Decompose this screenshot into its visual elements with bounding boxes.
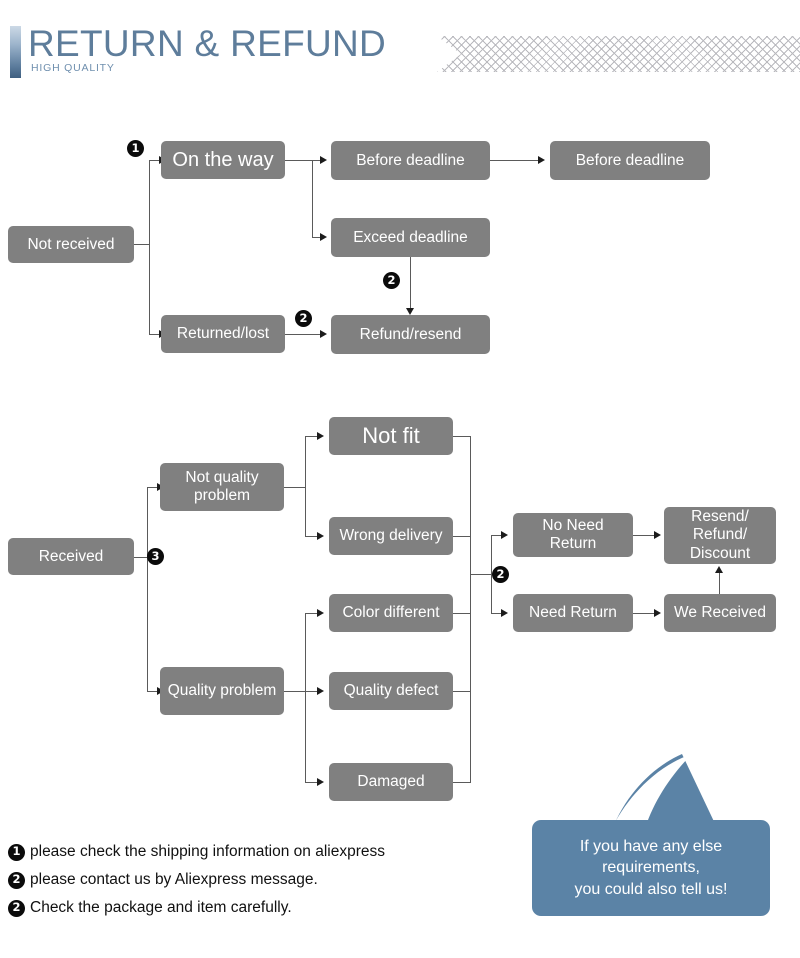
bus-stub-damaged — [453, 782, 471, 784]
note-text: please check the shipping information on… — [30, 843, 385, 860]
note-badge-icon: 1 — [8, 843, 25, 861]
bus-stub-color-different — [453, 613, 471, 615]
list-item: 2 Check the package and item carefully. — [8, 894, 478, 922]
connector-on-the-way-rail — [312, 160, 314, 237]
node-need-return[interactable]: Need Return — [513, 594, 633, 632]
node-quality-defect[interactable]: Quality defect — [329, 672, 453, 710]
page-title: RETURN & REFUND — [28, 23, 387, 64]
badge-2-exceed-deadline: 2 — [383, 272, 400, 289]
arrow-before-to-before — [538, 155, 545, 164]
node-wrong-delivery[interactable]: Wrong delivery — [329, 517, 453, 555]
node-returned-lost[interactable]: Returned/lost — [161, 315, 285, 353]
note-badge-icon: 2 — [8, 899, 25, 917]
connector-on-the-way-stub — [285, 160, 313, 162]
note-text: please contact us by Aliexpress message. — [30, 871, 318, 888]
connector-root-stub — [134, 244, 150, 246]
bus-stub-wrong-delivery — [453, 536, 471, 538]
node-no-need-return[interactable]: No Need Return — [513, 513, 633, 557]
badge-1-not-received: 1 — [127, 140, 144, 157]
connector-received-stub — [134, 557, 148, 559]
node-not-fit[interactable]: Not fit — [329, 417, 453, 455]
connector-root-rail — [149, 160, 151, 335]
speech-bubble: If you have any else requirements, you c… — [520, 752, 790, 924]
node-we-received[interactable]: We Received — [664, 594, 776, 632]
arrow-to-need-return — [501, 608, 508, 617]
node-before-deadline-1[interactable]: Before deadline — [331, 141, 490, 180]
connector-quality-rail — [305, 613, 307, 783]
header-accent-bar — [10, 26, 21, 78]
arrow-to-quality-defect — [317, 686, 324, 695]
connector-exceed-to-refund — [410, 257, 412, 310]
node-damaged[interactable]: Damaged — [329, 763, 453, 801]
arrow-returned-to-refund — [320, 329, 327, 338]
connector-not-quality-rail — [305, 436, 307, 536]
node-on-the-way[interactable]: On the way — [161, 141, 285, 179]
node-refund-resend[interactable]: Refund/resend — [331, 315, 490, 354]
badge-3-received: 3 — [147, 548, 164, 565]
arrow-to-wrong-delivery — [317, 531, 324, 540]
arrow-need-to-we-received — [654, 608, 661, 617]
arrow-to-no-need-return — [501, 530, 508, 539]
node-received[interactable]: Received — [8, 538, 134, 575]
arrow-to-exceed-deadline — [320, 232, 327, 241]
badge-2-returned-lost: 2 — [295, 310, 312, 327]
page-subtitle: HIGH QUALITY — [31, 62, 115, 74]
connector-we-received-to-resend — [719, 572, 721, 594]
node-color-different[interactable]: Color different — [329, 594, 453, 632]
node-not-quality-problem[interactable]: Not quality problem — [160, 463, 284, 511]
badge-2-return-split: 2 — [492, 566, 509, 583]
bus-out-stub — [470, 574, 492, 576]
connector-received-rail — [147, 487, 149, 692]
list-item: 1 please check the shipping information … — [8, 838, 478, 866]
bus-stub-not-fit — [453, 436, 471, 438]
arrow-to-color-different — [317, 608, 324, 617]
bus-vertical — [470, 436, 472, 782]
node-before-deadline-2[interactable]: Before deadline — [550, 141, 710, 180]
node-resend-refund-discount[interactable]: Resend/ Refund/ Discount — [664, 507, 776, 564]
arrow-to-before-deadline-1 — [320, 155, 327, 164]
connector-not-quality-stub — [284, 487, 306, 489]
speech-bubble-text: If you have any else requirements, you c… — [574, 837, 728, 898]
arrow-exceed-to-refund — [405, 308, 414, 315]
note-badge-icon: 2 — [8, 871, 25, 889]
note-text: Check the package and item carefully. — [30, 899, 292, 916]
arrow-to-not-fit — [317, 431, 324, 440]
connector-quality-stub — [284, 691, 306, 693]
speech-bubble-body: If you have any else requirements, you c… — [532, 820, 770, 916]
page-header: RETURN & REFUND HIGH QUALITY — [0, 0, 800, 100]
arrow-no-need-to-resend — [654, 530, 661, 539]
connector-before-to-before — [490, 160, 540, 162]
arrow-to-damaged — [317, 777, 324, 786]
notes-list: 1 please check the shipping information … — [8, 838, 478, 922]
arrow-we-received-to-resend — [714, 566, 723, 573]
node-exceed-deadline[interactable]: Exceed deadline — [331, 218, 490, 257]
node-not-received[interactable]: Not received — [8, 226, 134, 263]
node-quality-problem[interactable]: Quality problem — [160, 667, 284, 715]
bus-stub-quality-defect — [453, 691, 471, 693]
list-item: 2 please contact us by Aliexpress messag… — [8, 866, 478, 894]
connector-returned-to-refund — [285, 334, 322, 336]
header-hatch-banner — [437, 36, 800, 72]
